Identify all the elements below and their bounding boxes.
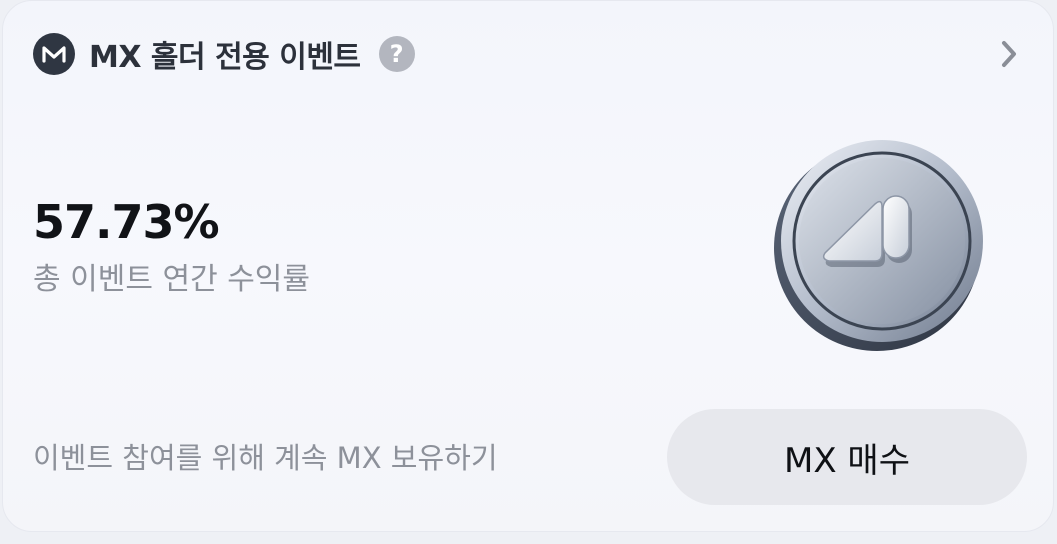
buy-mx-button[interactable]: MX 매수 [667,409,1027,505]
mx-holder-event-card[interactable]: MX 홀더 전용 이벤트 ? 57.73% 총 이벤트 연간 수익률 이벤트 참… [2,0,1054,532]
mx-logo-icon [33,33,75,75]
chevron-right-icon[interactable] [993,37,1025,71]
card-title: MX 홀더 전용 이벤트 [89,40,361,75]
card-header[interactable]: MX 홀더 전용 이벤트 ? [33,29,1025,79]
help-icon[interactable]: ? [378,36,415,72]
hold-mx-note: 이벤트 참여를 위해 계속 MX 보유하기 [33,441,498,475]
mx-coin-icon [765,133,995,358]
annual-yield-value: 57.73% [33,195,220,249]
annual-yield-label: 총 이벤트 연간 수익률 [33,262,311,297]
